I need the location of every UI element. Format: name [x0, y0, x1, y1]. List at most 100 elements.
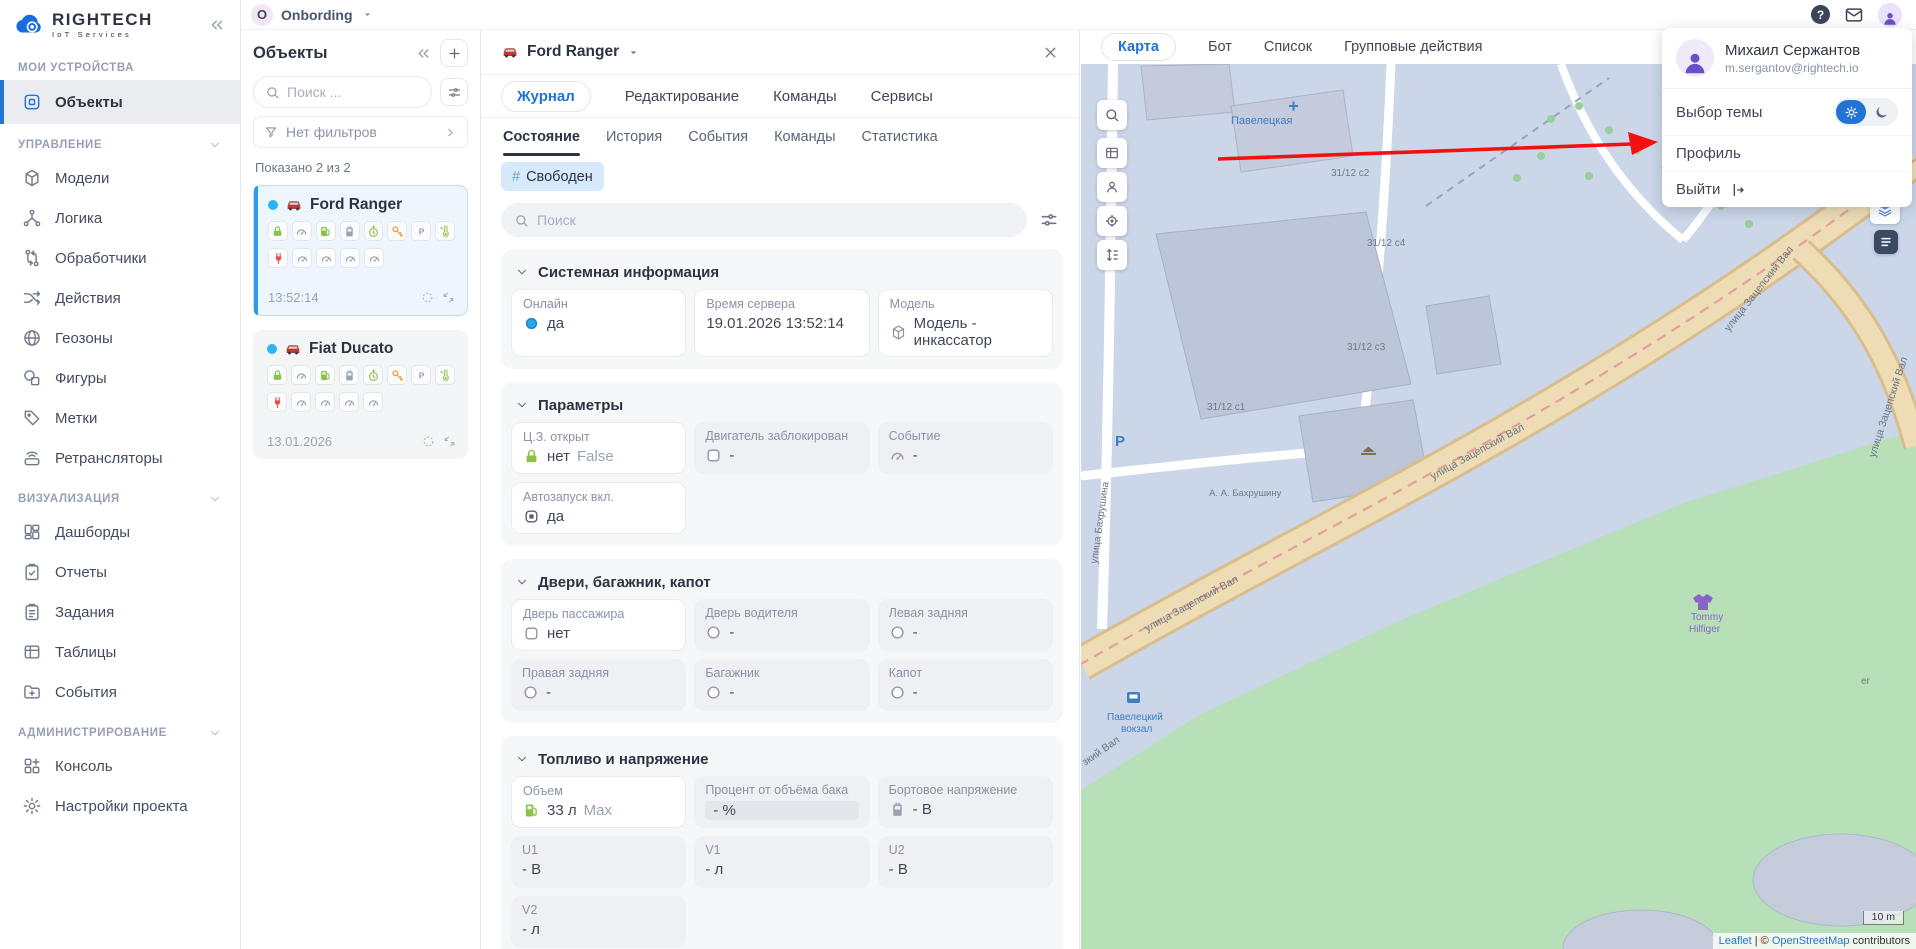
badge-gauge: [316, 248, 336, 268]
help-icon[interactable]: ?: [1811, 5, 1830, 24]
sidebar-item-геозоны[interactable]: Геозоны: [0, 318, 240, 358]
sidebar-item-обработчики[interactable]: Обработчики: [0, 238, 240, 278]
map-grid-button[interactable]: [1097, 138, 1127, 168]
state-search[interactable]: [501, 203, 1027, 237]
logout-icon: [1729, 182, 1745, 198]
subtab-состояние[interactable]: Состояние: [503, 118, 580, 156]
section-header[interactable]: Параметры: [511, 390, 1053, 420]
param-card: Багажник-: [694, 659, 869, 711]
param-card: Дверь пассажиранет: [511, 599, 686, 651]
logout-menu-item[interactable]: Выйти: [1662, 172, 1912, 207]
console-icon: [22, 756, 42, 776]
globe-icon: [22, 328, 42, 348]
search-icon: [265, 85, 280, 100]
sidebar-item-таблицы[interactable]: Таблицы: [0, 632, 240, 672]
sidebar-item-события[interactable]: События: [0, 672, 240, 712]
objects-filter-settings-button[interactable]: [440, 78, 468, 106]
state-section: Двери, багажник, капотДверь пассажиранет…: [501, 559, 1063, 723]
sidebar-item-дашборды[interactable]: Дашборды: [0, 512, 240, 552]
subtab-история[interactable]: История: [606, 118, 662, 156]
sidebar-item-действия[interactable]: Действия: [0, 278, 240, 318]
map-ruler-button[interactable]: [1097, 240, 1127, 270]
tab-команды[interactable]: Команды: [773, 88, 837, 105]
state-filter-settings-icon[interactable]: [1039, 210, 1059, 230]
sidebar-collapse-icon[interactable]: [208, 16, 226, 34]
detail-title-switcher[interactable]: Ford Ranger: [501, 43, 640, 61]
object-card[interactable]: Ford RangerP13:52:14: [253, 185, 468, 316]
param-label: V2: [522, 903, 675, 917]
map-tab-групповые-действия[interactable]: Групповые действия: [1344, 39, 1482, 55]
subtab-команды[interactable]: Команды: [774, 118, 835, 156]
dark-theme-button[interactable]: [1866, 100, 1896, 124]
panel-collapse-icon[interactable]: [415, 45, 432, 62]
param-card: Процент от объёма бака- %: [694, 776, 869, 828]
map-tab-бот[interactable]: Бот: [1208, 39, 1232, 55]
status-badge: # Свободен: [501, 162, 604, 191]
param-card: Дверь водителя-: [694, 599, 869, 651]
add-object-button[interactable]: [440, 39, 468, 67]
subtab-события[interactable]: События: [688, 118, 748, 156]
user-avatar[interactable]: [1878, 3, 1902, 27]
car-icon: [285, 196, 303, 214]
leaflet-link[interactable]: Leaflet: [1719, 935, 1752, 947]
sidebar-item-настройки-проекта[interactable]: Настройки проекта: [0, 786, 240, 826]
section-header[interactable]: Системная информация: [511, 257, 1053, 287]
light-theme-button[interactable]: [1836, 100, 1866, 124]
tab-редактирование[interactable]: Редактирование: [625, 88, 739, 105]
sidebar-item-консоль[interactable]: Консоль: [0, 746, 240, 786]
lock-green-icon: [523, 448, 540, 465]
map-tab-список[interactable]: Список: [1264, 39, 1312, 55]
object-card[interactable]: Fiat DucatoP13.01.2026: [253, 330, 468, 459]
sidebar-item-объекты[interactable]: Объекты: [0, 80, 240, 124]
map-target-button[interactable]: [1097, 206, 1127, 236]
map-search-button[interactable]: [1097, 100, 1127, 130]
badge-lock-green: [267, 365, 287, 385]
param-card: Ц.З. открытнетFalse: [511, 422, 686, 474]
map-tab-карта[interactable]: Карта: [1101, 33, 1176, 61]
sidebar-section-label[interactable]: АДМИНИСТРИРОВАНИЕ: [0, 712, 240, 746]
subtab-статистика[interactable]: Статистика: [862, 118, 938, 156]
state-search-input[interactable]: [537, 212, 1014, 228]
param-value: 19.01.2026 13:52:14: [706, 315, 857, 332]
sidebar-section-label[interactable]: УПРАВЛЕНИЕ: [0, 124, 240, 158]
sidebar-item-задания[interactable]: Задания: [0, 592, 240, 632]
mail-icon[interactable]: [1844, 5, 1864, 25]
param-label: U1: [522, 843, 675, 857]
param-value: нетFalse: [523, 448, 674, 465]
objects-search-input[interactable]: [287, 84, 420, 100]
filter-row[interactable]: Нет фильтров: [253, 116, 468, 148]
state-sections: Системная информацияОнлайндаВремя сервер…: [481, 249, 1079, 949]
sidebar-item-модели[interactable]: Модели: [0, 158, 240, 198]
sidebar-section-label[interactable]: ВИЗУАЛИЗАЦИЯ: [0, 478, 240, 512]
close-icon[interactable]: [1042, 44, 1059, 61]
objects-search[interactable]: [253, 76, 432, 108]
online-dot-icon: [267, 344, 277, 354]
map-legend-button[interactable]: [1874, 230, 1898, 254]
profile-menu-item[interactable]: Профиль: [1662, 136, 1912, 172]
map-label: Павелецкий: [1107, 712, 1163, 723]
online-dot-icon: [268, 200, 278, 210]
map-person-button[interactable]: [1097, 172, 1127, 202]
collapse-icon: [442, 291, 455, 304]
caret-down-icon: [361, 8, 374, 21]
workspace-switcher[interactable]: O Onbording: [251, 4, 374, 26]
sidebar-item-ретрансляторы[interactable]: Ретрансляторы: [0, 438, 240, 478]
checkbox-empty-icon: [705, 447, 722, 464]
sidebar-item-метки[interactable]: Метки: [0, 398, 240, 438]
sidebar-item-логика[interactable]: Логика: [0, 198, 240, 238]
chevron-down-icon: [515, 752, 529, 766]
tab-сервисы[interactable]: Сервисы: [871, 88, 933, 105]
sidebar-nav: МОИ УСТРОЙСТВАОбъектыУПРАВЛЕНИЕМоделиЛог…: [0, 48, 240, 826]
param-label: Дверь водителя: [705, 606, 858, 620]
map-scale: 10 m: [1863, 911, 1904, 925]
theme-select-row: Выбор темы: [1662, 89, 1912, 136]
section-header[interactable]: Топливо и напряжение: [511, 744, 1053, 774]
badge-parking: P: [411, 221, 431, 241]
badge-gauge: [339, 392, 359, 412]
sidebar-item-фигуры[interactable]: Фигуры: [0, 358, 240, 398]
sidebar-item-отчеты[interactable]: Отчеты: [0, 552, 240, 592]
tasks-icon: [22, 602, 42, 622]
tab-журнал[interactable]: Журнал: [501, 81, 591, 112]
osm-link[interactable]: OpenStreetMap: [1772, 935, 1850, 947]
section-header[interactable]: Двери, багажник, капот: [511, 567, 1053, 597]
